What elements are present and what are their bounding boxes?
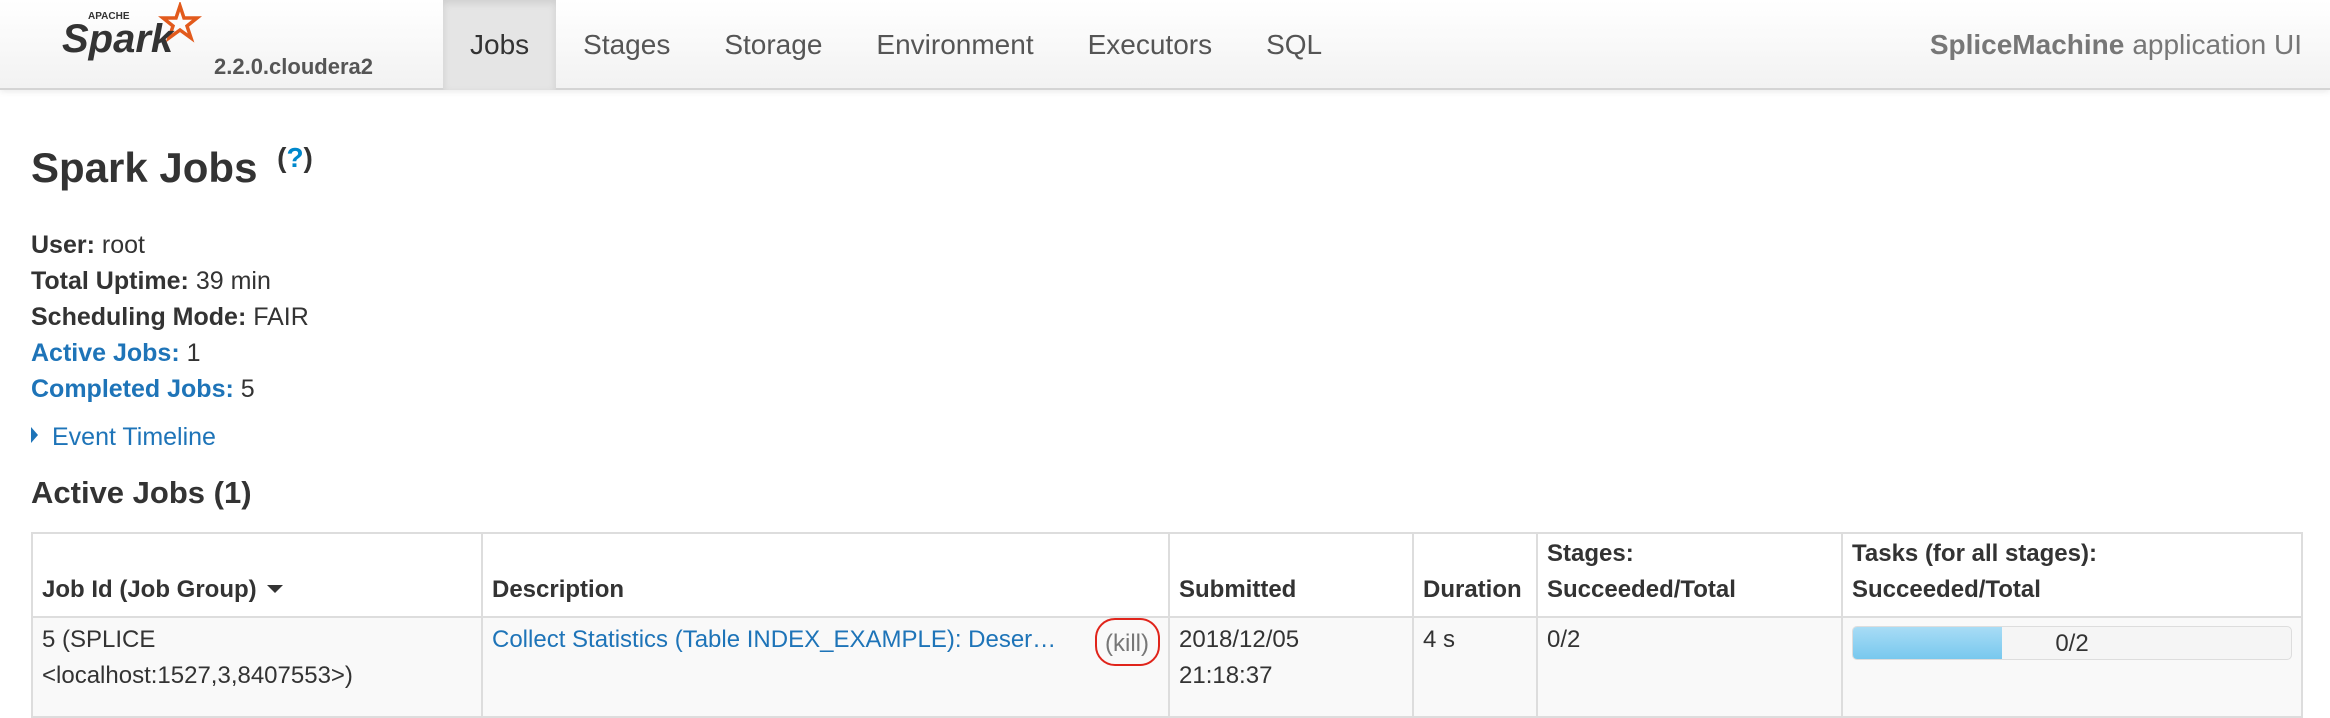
stages-header-line2[interactable]: Succeeded/Total — [1547, 576, 1736, 603]
spark-wordmark: Spark — [62, 17, 175, 61]
page-title-text: Spark Jobs — [31, 144, 258, 191]
column-header-tasks[interactable]: Tasks (for all stages): Succeeded/Total — [1841, 532, 2303, 618]
summary-user: User: root — [31, 227, 309, 263]
job-description-link[interactable]: Collect Statistics (Table INDEX_EXAMPLE)… — [492, 622, 1082, 658]
tasks-header-line2[interactable]: Succeeded/Total — [1852, 576, 2041, 603]
stages-header-line1[interactable]: Stages: — [1547, 540, 1634, 567]
column-header-job-id[interactable]: Job Id (Job Group) — [31, 532, 483, 618]
summary-active-jobs: Active Jobs: 1 — [31, 335, 309, 371]
user-value: root — [101, 231, 145, 259]
user-label: User: — [31, 231, 95, 259]
help-icon[interactable]: (?) — [277, 142, 313, 173]
active-jobs-value: 1 — [186, 339, 201, 367]
event-timeline-toggle[interactable]: Event Timeline — [31, 423, 216, 452]
event-timeline-label[interactable]: Event Timeline — [52, 423, 216, 451]
column-header-duration[interactable]: Duration — [1412, 532, 1538, 618]
page-title: Spark Jobs (?) — [31, 142, 313, 192]
scheduling-mode-label: Scheduling Mode: — [31, 303, 247, 331]
top-navbar: APACHE Spark 2.2.0.cloudera2 Jobs Stages… — [0, 0, 2330, 90]
application-name: SpliceMachine application UI — [1930, 0, 2302, 90]
column-header-submitted[interactable]: Submitted — [1168, 532, 1414, 618]
table-header-row: Job Id (Job Group) Description Submitted… — [31, 532, 2303, 618]
active-jobs-link[interactable]: Active Jobs: — [31, 339, 180, 367]
application-name-suffix: application UI — [2132, 29, 2302, 60]
tab-storage[interactable]: Storage — [697, 0, 849, 90]
tab-executors[interactable]: Executors — [1061, 0, 1240, 90]
spark-version: 2.2.0.cloudera2 — [214, 54, 373, 79]
summary-uptime: Total Uptime: 39 min — [31, 263, 309, 299]
job-summary: User: root Total Uptime: 39 min Scheduli… — [31, 227, 309, 407]
tasks-progress-label: 0/2 — [2055, 630, 2089, 657]
caret-right-icon — [31, 427, 38, 443]
tab-environment[interactable]: Environment — [849, 0, 1060, 90]
uptime-label: Total Uptime: — [31, 267, 189, 295]
uptime-value: 39 min — [195, 267, 271, 295]
summary-completed-jobs: Completed Jobs: 5 — [31, 371, 309, 407]
spark-logo[interactable]: APACHE Spark 2.2.0.cloudera2 — [62, 2, 382, 88]
active-jobs-table: Job Id (Job Group) Description Submitted… — [31, 532, 2303, 718]
submitted-cell: 2018/12/05 21:18:37 — [1168, 616, 1414, 718]
job-id-line2: <localhost:1527,3,8407553>) — [42, 662, 353, 689]
active-jobs-heading: Active Jobs (1) — [31, 475, 252, 510]
kill-job-link[interactable]: (kill) — [1095, 618, 1160, 666]
duration-cell: 4 s — [1412, 616, 1538, 718]
column-header-description[interactable]: Description — [481, 532, 1170, 618]
stages-cell: 0/2 — [1536, 616, 1843, 718]
summary-scheduling-mode: Scheduling Mode: FAIR — [31, 299, 309, 335]
table-row: 5 (SPLICE <localhost:1527,3,8407553>) Co… — [31, 616, 2303, 718]
submitted-date: 2018/12/05 — [1179, 626, 1300, 653]
tab-jobs[interactable]: Jobs — [443, 0, 557, 90]
description-cell: Collect Statistics (Table INDEX_EXAMPLE)… — [481, 616, 1170, 718]
help-link-text[interactable]: ? — [286, 142, 303, 173]
tasks-progress-bar: 0/2 — [1852, 626, 2292, 660]
job-id-header-text[interactable]: Job Id (Job Group) — [42, 576, 257, 603]
job-id-cell: 5 (SPLICE <localhost:1527,3,8407553>) — [31, 616, 483, 718]
tab-stages[interactable]: Stages — [556, 0, 697, 90]
tab-sql[interactable]: SQL — [1239, 0, 1349, 90]
completed-jobs-link[interactable]: Completed Jobs: — [31, 375, 234, 403]
scheduling-mode-value: FAIR — [253, 303, 309, 331]
nav-tabs: Jobs Stages Storage Environment Executor… — [443, 0, 1349, 90]
completed-jobs-value: 5 — [240, 375, 255, 403]
tasks-cell: 0/2 — [1841, 616, 2303, 718]
job-id-line1: 5 (SPLICE — [42, 626, 156, 653]
sort-down-icon[interactable] — [266, 585, 283, 593]
tasks-header-line1[interactable]: Tasks (for all stages): — [1852, 540, 2097, 567]
submitted-time: 21:18:37 — [1179, 662, 1273, 689]
column-header-stages[interactable]: Stages: Succeeded/Total — [1536, 532, 1843, 618]
application-name-bold: SpliceMachine — [1929, 29, 2125, 60]
